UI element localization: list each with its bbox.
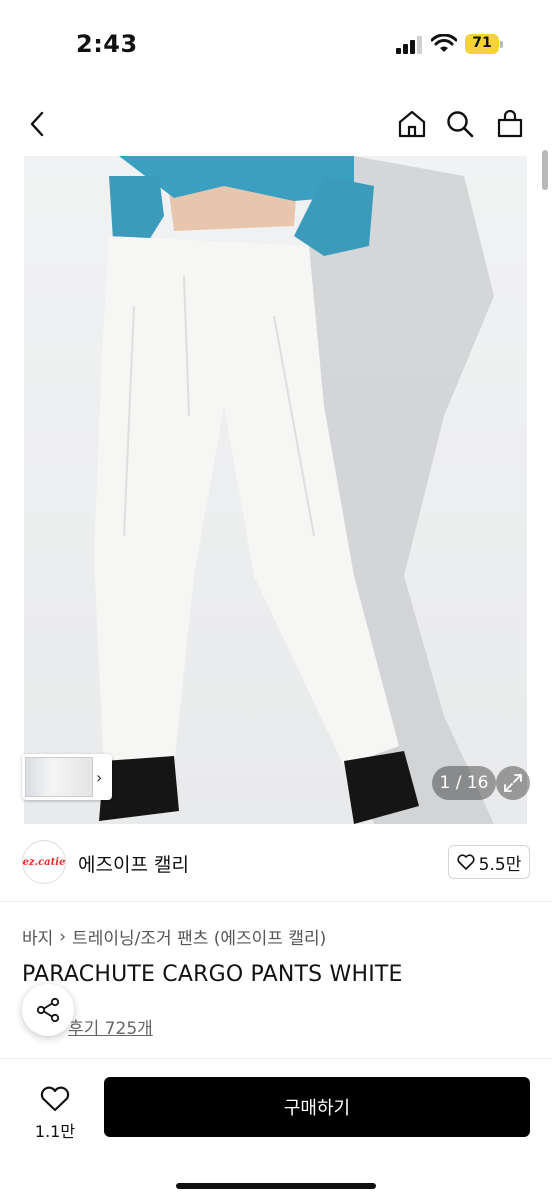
search-button[interactable] (440, 104, 480, 144)
thumbnail-image[interactable] (25, 757, 93, 797)
chevron-right-icon: › (59, 926, 67, 947)
product-image[interactable] (24, 156, 527, 824)
scrollbar[interactable] (542, 150, 548, 190)
back-button[interactable] (18, 104, 58, 144)
wishlist-count: 1.1만 (34, 1122, 76, 1141)
expand-icon (504, 774, 522, 792)
share-button[interactable] (22, 984, 74, 1036)
wifi-icon (431, 34, 457, 52)
brand-name[interactable]: 에즈이프 캘리 (78, 850, 189, 877)
home-indicator[interactable] (176, 1183, 376, 1189)
back-icon (30, 111, 44, 137)
heart-icon (40, 1086, 70, 1112)
home-icon (398, 110, 426, 138)
breadcrumb: 바지 › 트레이닝/조거 팬츠 (에즈이프 캘리) (22, 924, 326, 950)
status-time: 2:43 (76, 30, 138, 58)
brand-row: ez.catie 에즈이프 캘리 5.5만 (0, 824, 552, 902)
breadcrumb-item[interactable]: 트레이닝/조거 팬츠 (에즈이프 캘리) (72, 924, 326, 949)
brand-like-count: 5.5만 (478, 854, 522, 875)
app-header (0, 92, 552, 156)
breadcrumb-item[interactable]: 바지 (22, 924, 53, 949)
share-icon (36, 997, 60, 1023)
home-button[interactable] (392, 104, 432, 144)
wishlist-button[interactable]: 1.1만 (22, 1077, 88, 1151)
cellular-signal-icon (396, 36, 422, 54)
review-link[interactable]: 후기 725개 (68, 1014, 153, 1039)
search-icon (447, 111, 474, 138)
cart-button[interactable] (490, 104, 530, 144)
battery-icon: 71 (465, 34, 503, 54)
heart-icon (457, 854, 475, 870)
chevron-right-icon: › (96, 767, 103, 787)
brand-logo-text: ez.catie (22, 856, 66, 868)
thumbnail-strip[interactable]: › (22, 754, 112, 800)
brand-like-button[interactable]: 5.5만 (448, 845, 530, 879)
bottom-action-bar: 1.1만 구매하기 (0, 1058, 552, 1200)
battery-level: 71 (472, 35, 492, 51)
image-page-indicator: 1 / 16 (432, 766, 496, 800)
brand-logo[interactable]: ez.catie (22, 840, 66, 884)
product-photo (94, 156, 494, 824)
shopping-bag-icon (497, 109, 523, 138)
buy-button[interactable]: 구매하기 (104, 1077, 530, 1137)
status-bar: 2:43 71 (0, 0, 552, 92)
product-title: PARACHUTE CARGO PANTS WHITE (22, 962, 403, 987)
expand-image-button[interactable] (496, 766, 530, 800)
